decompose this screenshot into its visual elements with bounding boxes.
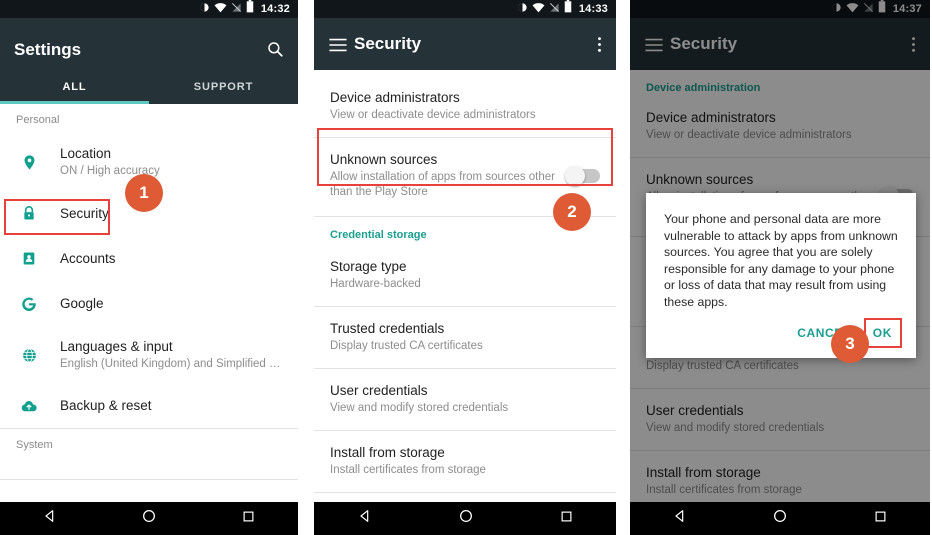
settings-row-text: Location ON / High accuracy (60, 146, 282, 179)
settings-row-google[interactable]: Google (0, 281, 298, 327)
row-title: Location (60, 146, 112, 161)
row-title: Backup & reset (60, 398, 152, 413)
recents-square-icon[interactable] (241, 509, 256, 529)
settings-row-text: Accounts (60, 251, 282, 267)
overflow-menu-icon[interactable] (597, 36, 602, 58)
vibrate-icon (199, 0, 210, 18)
section-label-system: System (16, 439, 53, 451)
security-row-text: Unknown sources Allow installation of ap… (330, 152, 560, 200)
globe-icon (16, 347, 42, 364)
unknown-sources-dialog: Your phone and personal data are more vu… (646, 193, 916, 358)
section-label-personal: Personal (16, 114, 60, 126)
row-subtitle: View and modify stored credentials (330, 402, 509, 414)
status-bar: 14:33 (314, 0, 616, 18)
nav-bar (0, 502, 298, 535)
status-bar-clock: 14:33 (578, 3, 608, 15)
row-subtitle: View or deactivate device administrators (330, 109, 536, 121)
security-row-user-credentials[interactable]: User credentials View and modify stored … (314, 369, 616, 430)
hamburger-icon[interactable] (328, 38, 348, 57)
step-badge-3: 3 (831, 325, 869, 363)
toggle-knob (565, 166, 585, 186)
settings-row-accounts[interactable]: Accounts (0, 236, 298, 281)
back-triangle-icon[interactable] (672, 508, 688, 529)
recents-square-icon[interactable] (873, 509, 888, 529)
tab-support[interactable]: SUPPORT (149, 70, 298, 104)
vibrate-icon (517, 0, 528, 18)
back-triangle-icon[interactable] (357, 508, 373, 529)
row-title: Languages & input (60, 339, 173, 354)
row-subtitle: ON / High accuracy (60, 165, 160, 177)
row-title: User credentials (330, 383, 428, 398)
security-row-text: Device administrators View or deactivate… (330, 90, 600, 123)
nav-bar (630, 502, 930, 535)
security-row-text: Install from storage Install certificate… (330, 445, 600, 478)
panel-gap (616, 0, 630, 535)
battery-icon (564, 0, 572, 18)
security-row-install-from-storage[interactable]: Install from storage Install certificate… (314, 431, 616, 492)
tab-all[interactable]: ALL (0, 70, 149, 104)
unknown-sources-toggle[interactable] (565, 166, 600, 186)
settings-row-text: Google (60, 296, 282, 312)
back-triangle-icon[interactable] (42, 508, 58, 529)
settings-row-languages[interactable]: Languages & input English (United Kingdo… (0, 327, 298, 384)
wifi-icon (214, 0, 227, 18)
row-subtitle: Allow installation of apps from sources … (330, 171, 555, 198)
row-subtitle: Hardware-backed (330, 278, 421, 290)
settings-row-text: Languages & input English (United Kingdo… (60, 339, 282, 372)
lock-icon (16, 205, 42, 222)
search-icon[interactable] (266, 40, 284, 63)
settings-tabs: ALL SUPPORT (0, 70, 298, 104)
battery-icon (246, 0, 254, 18)
row-title: Google (60, 296, 104, 311)
google-g-icon (16, 295, 42, 313)
phone-panel-unknown-sources-dialog: 14:37 Security Device administration Dev… (630, 0, 930, 535)
step-badge-1: 1 (125, 174, 163, 212)
row-subtitle: Install certificates from storage (330, 464, 486, 476)
page-title: Security (354, 34, 422, 53)
home-circle-icon[interactable] (772, 508, 788, 529)
status-bar: 14:32 (0, 0, 298, 18)
security-app-bar: Security (314, 18, 616, 70)
home-circle-icon[interactable] (458, 508, 474, 529)
home-circle-icon[interactable] (141, 508, 157, 529)
nav-bar (314, 502, 616, 535)
dialog-message: Your phone and personal data are more vu… (664, 212, 898, 309)
row-subtitle: Display trusted CA certificates (330, 340, 483, 352)
screenshot-stage: 14:32 Settings ALL SUPPORT Personal Loca… (0, 0, 932, 535)
settings-row-text: Backup & reset (60, 398, 282, 414)
row-title: Storage type (330, 259, 407, 274)
panel-gap (298, 0, 314, 535)
row-title: Accounts (60, 250, 116, 266)
step-badge-2: 2 (553, 193, 591, 231)
security-row-storage-type[interactable]: Storage type Hardware-backed (314, 249, 616, 306)
ok-button[interactable]: OK (863, 318, 903, 348)
signal-off-icon (549, 0, 560, 18)
row-title: Trusted credentials (330, 321, 445, 336)
phone-panel-security: 14:33 Security Device administrators Vie… (314, 0, 616, 535)
wifi-icon (532, 0, 545, 18)
row-title: Security (60, 205, 109, 221)
row-subtitle: English (United Kingdom) and Simplified … (60, 358, 282, 370)
divider (0, 479, 298, 480)
cloud-upload-icon (16, 398, 42, 414)
status-bar-clock: 14:32 (260, 3, 290, 15)
settings-row-text: Security (60, 206, 282, 222)
security-row-device-administrators[interactable]: Device administrators View or deactivate… (314, 76, 616, 137)
page-title: Settings (14, 40, 82, 59)
security-row-text: Storage type Hardware-backed (330, 259, 600, 292)
account-icon (16, 250, 42, 267)
signal-off-icon (231, 0, 242, 18)
phone-panel-settings: 14:32 Settings ALL SUPPORT Personal Loca… (0, 0, 298, 535)
settings-row-backup[interactable]: Backup & reset (0, 384, 298, 428)
recents-square-icon[interactable] (559, 509, 574, 529)
row-title: Device administrators (330, 90, 460, 105)
settings-app-bar: Settings ALL SUPPORT (0, 18, 298, 104)
row-title: Install from storage (330, 445, 445, 460)
security-row-trusted-credentials[interactable]: Trusted credentials Display trusted CA c… (314, 307, 616, 368)
row-title: Unknown sources (330, 152, 438, 167)
security-row-text: User credentials View and modify stored … (330, 383, 600, 416)
location-pin-icon (16, 154, 42, 171)
security-row-text: Trusted credentials Display trusted CA c… (330, 321, 600, 354)
